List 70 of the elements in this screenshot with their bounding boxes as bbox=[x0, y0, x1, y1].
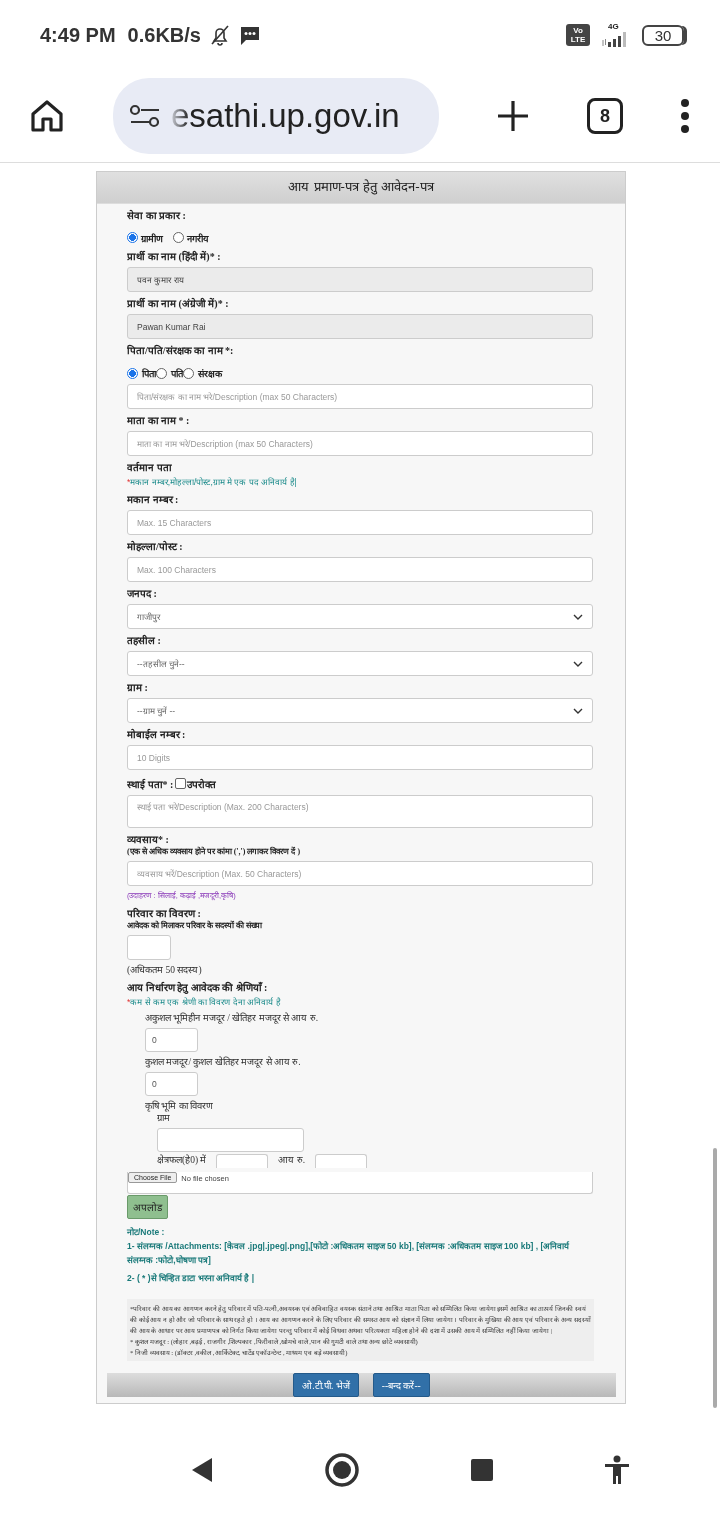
field-label: स्थाई पता* : bbox=[127, 778, 174, 791]
field-label: अकुशल भूमिहीन मजदूर / खेतिहर मजदूर से आय रु. bbox=[145, 1012, 319, 1024]
field-label: माता का नाम * : bbox=[127, 414, 191, 427]
dropdown-caret-icon bbox=[573, 707, 583, 714]
radio-option[interactable]: पति bbox=[156, 367, 183, 380]
text-field[interactable]: 0 bbox=[145, 1028, 198, 1052]
field-label: परिवार का विवरण : bbox=[127, 907, 202, 920]
field-label: प्रार्थी का नाम (अंग्रेजी में)* : bbox=[127, 297, 230, 310]
text-field[interactable]: 0 bbox=[145, 1072, 198, 1096]
action-button[interactable]: ओ.टी.पी. भेजें bbox=[293, 1373, 359, 1397]
clock: 4:49 PM bbox=[40, 23, 116, 47]
volte-badge: Vo LTE bbox=[566, 24, 590, 46]
field-label: (अधिकतम 50 सदस्य) bbox=[127, 964, 203, 976]
field-label: मोहल्ला/पोस्ट : bbox=[127, 540, 184, 553]
bell-off-icon bbox=[208, 24, 231, 46]
dropdown-caret-icon bbox=[573, 660, 583, 667]
field-label: जनपद : bbox=[127, 587, 158, 600]
dropdown-caret-icon bbox=[573, 613, 583, 620]
required-note: *कम से कम एक श्रेणी का विवरण देना अनिवार्य है bbox=[127, 996, 282, 1008]
upload-button[interactable]: अपलोड bbox=[127, 1195, 168, 1219]
field-label: मकान नम्बर : bbox=[127, 493, 180, 506]
field-label: ग्राम : bbox=[127, 681, 149, 694]
home-icon[interactable] bbox=[30, 99, 64, 133]
text-field[interactable] bbox=[315, 1154, 368, 1168]
back-icon[interactable] bbox=[190, 1456, 214, 1483]
field-label: कुशल मजदूर/ कुशल खेतिहर मजदूर से आय रु. bbox=[145, 1056, 302, 1068]
recents-icon[interactable] bbox=[470, 1457, 494, 1482]
note-text: 2- ( * )से चिन्हित डाटा भरना अनिवार्य है | bbox=[127, 1272, 256, 1285]
field-label: आय रु. bbox=[278, 1154, 306, 1166]
radio-option[interactable]: पिता bbox=[127, 367, 156, 380]
battery-indicator: 30 bbox=[642, 24, 684, 46]
text-field[interactable] bbox=[127, 935, 171, 960]
field-label: ग्राम bbox=[157, 1112, 171, 1124]
field-hint: (एक से अधिक व्यवसाय होने पर कांमा (',') लगाकर विवरण दें ) bbox=[127, 846, 302, 857]
field-label: तहसील : bbox=[127, 634, 162, 647]
text-field[interactable] bbox=[157, 1128, 304, 1152]
field-label: पिता/पति/संरक्षक का नाम *: bbox=[127, 344, 235, 357]
field-label: सेवा का प्रकार : bbox=[127, 209, 187, 222]
checkbox[interactable] bbox=[175, 778, 187, 789]
field-label: प्रार्थी का नाम (हिंदी में)* : bbox=[127, 250, 222, 263]
home-icon[interactable] bbox=[324, 1451, 360, 1488]
field-label: वर्तमान पता bbox=[127, 461, 173, 474]
site-settings-icon bbox=[129, 104, 161, 128]
text-field[interactable] bbox=[216, 1154, 269, 1168]
field-label: क्षेत्रफल(हे0) में bbox=[157, 1154, 207, 1166]
message-icon bbox=[238, 24, 261, 46]
tab-count-button[interactable]: 8 bbox=[587, 98, 623, 134]
radio-option[interactable]: नगरीय bbox=[173, 232, 209, 245]
menu-icon[interactable] bbox=[680, 99, 690, 133]
field-label: कृषि भूमि का विवरण bbox=[145, 1100, 215, 1112]
required-note: *मकान नम्बर,मोहल्ला/पोस्ट,ग्राम मे एक पद अनिवार्य है| bbox=[127, 476, 298, 488]
address-bar[interactable]: esathi.up.gov.in bbox=[113, 78, 439, 154]
field-label: व्यवसाय* : bbox=[127, 833, 170, 846]
radio-option[interactable]: ग्रामीण bbox=[127, 232, 163, 245]
network-speed: 0.6KB/s bbox=[127, 23, 201, 47]
field-label: मोबाईल नम्बर : bbox=[127, 728, 187, 741]
field-hint: आवेदक को मिलाकर परिवार के सदस्यों की संख्या bbox=[127, 920, 264, 931]
action-button[interactable]: --बन्द करें-- bbox=[372, 1373, 430, 1397]
field-label: आय निर्धारण हेतु आवेदक की श्रेणियाँ : bbox=[127, 981, 269, 994]
checkbox-label: उपरोक्त bbox=[187, 778, 217, 791]
dropdown[interactable]: --तहसील चुने-- bbox=[127, 651, 593, 676]
form-title: आय प्रमाण-पत्र हेतु आवेदन-पत्र bbox=[97, 172, 625, 204]
note-text: 1- संलग्नक /Attachments: [केवल .jpg|.jpeg|.png],[फोटो :अधिकतम साइज 50 kb], [संलग्नक :अधिकतम साइज 100 kb] , [अनिवार्य संलग्नक :फोटो,घोषणा पत्र] bbox=[127, 1240, 571, 1267]
radio-option[interactable]: संरक्षक bbox=[183, 367, 222, 380]
note-title: नोट/Note : bbox=[127, 1226, 166, 1239]
accessibility-icon[interactable] bbox=[604, 1454, 630, 1485]
dropdown[interactable]: --ग्राम चुनें -- bbox=[127, 698, 593, 723]
dropdown[interactable]: गाजीपुर bbox=[127, 604, 593, 629]
plus-icon[interactable] bbox=[496, 99, 530, 133]
network-type: 4G bbox=[608, 23, 619, 31]
